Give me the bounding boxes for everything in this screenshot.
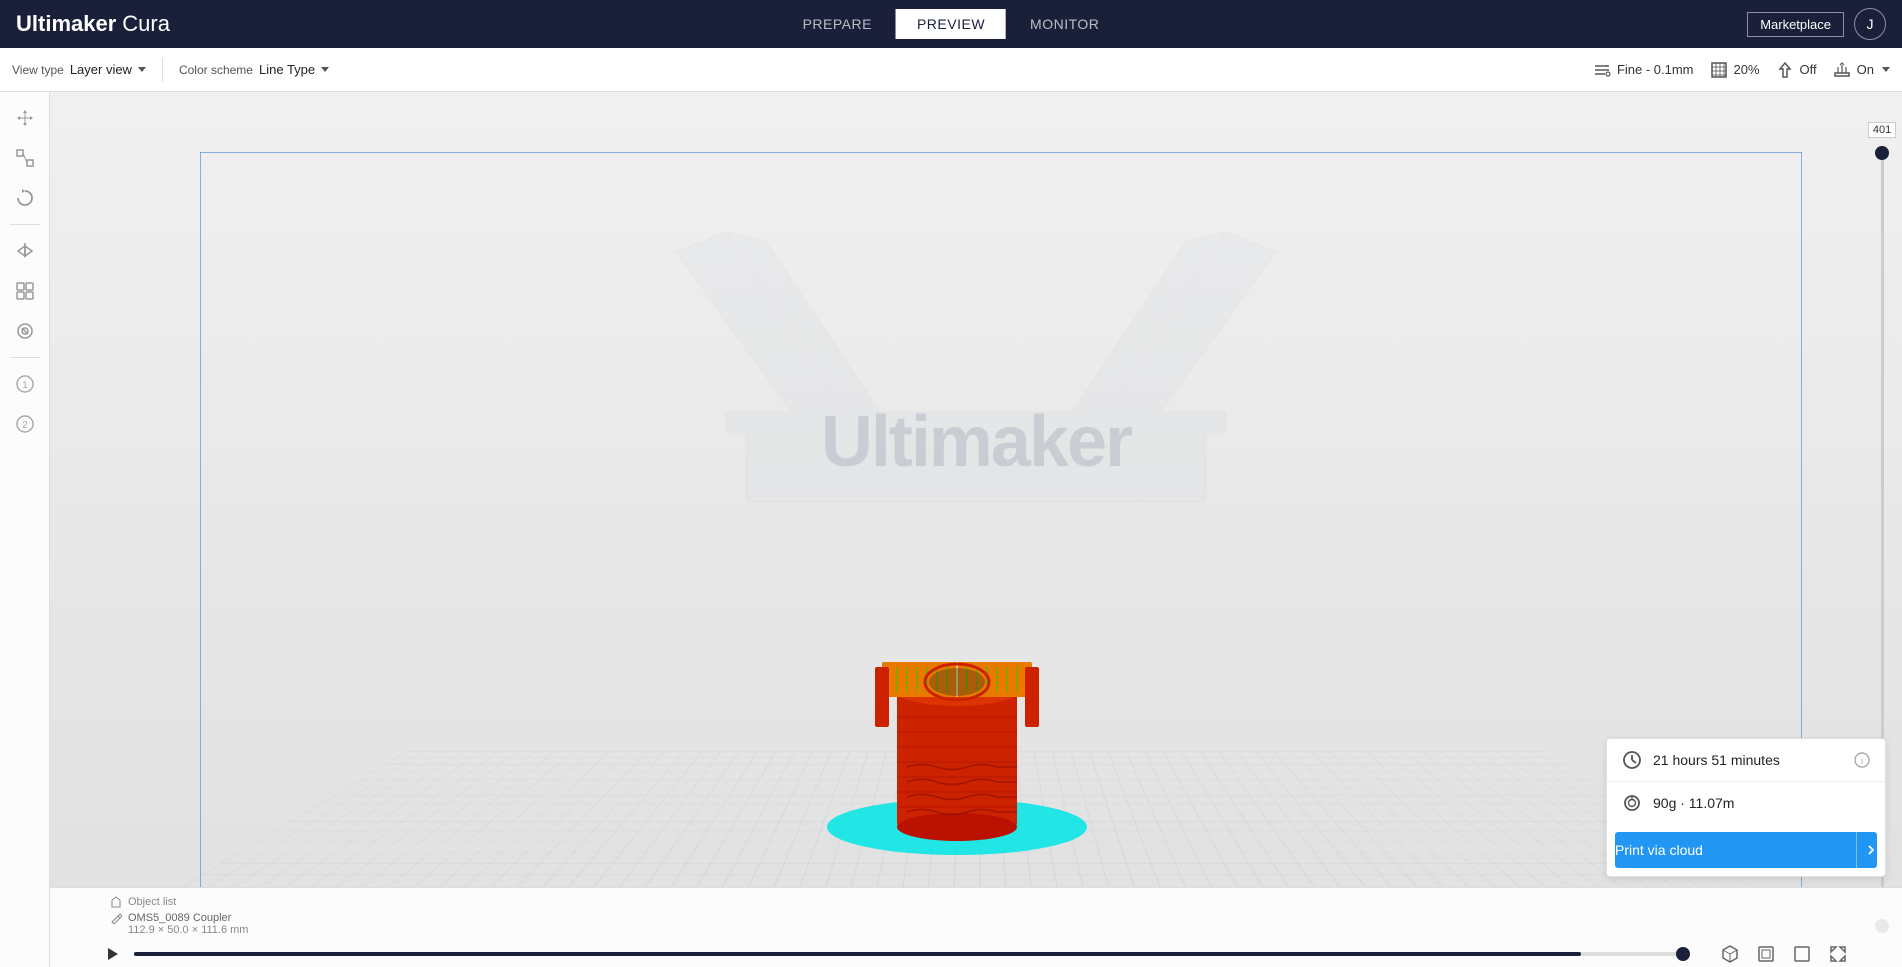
marketplace-button[interactable]: Marketplace <box>1747 12 1844 37</box>
support-option[interactable]: Off <box>1776 61 1817 79</box>
print-button-row: Print via cloud <box>1607 824 1885 876</box>
support-icon <box>1776 61 1794 79</box>
layer-icon-frame[interactable] <box>1824 940 1852 967</box>
layer-icon-cube[interactable] <box>1716 940 1744 967</box>
material-info-row: 90g · 11.07m <box>1607 782 1885 824</box>
object-name: OMS5_0089 Coupler <box>128 912 231 924</box>
infill-option[interactable]: 20% <box>1710 61 1760 79</box>
infill-icon <box>1710 61 1728 79</box>
object-edit-icon <box>110 912 122 924</box>
view-type-value: Layer view <box>70 62 132 77</box>
top-navigation: Ultimaker Cura PREPARE PREVIEW MONITOR M… <box>0 0 1902 48</box>
timeline-row <box>50 940 1902 967</box>
info-panel: 21 hours 51 minutes i 90g · <box>1606 738 1886 877</box>
object-info: Object list OMS5_0089 Coupler 112.9 × 50… <box>50 888 1902 940</box>
timeline-track[interactable] <box>134 952 1690 956</box>
play-button[interactable] <box>100 942 124 966</box>
quality-icon <box>1593 61 1611 79</box>
object-list-icon <box>110 896 122 908</box>
per-model-settings-button[interactable] <box>7 273 43 309</box>
adhesion-icon <box>1833 61 1851 79</box>
build-line-left <box>200 152 201 887</box>
object-dimensions: 112.9 × 50.0 × 111.6 mm <box>128 924 248 936</box>
time-info-row: 21 hours 51 minutes i <box>1607 739 1885 781</box>
timeline-thumb[interactable] <box>1676 947 1690 961</box>
view-type-select[interactable]: Layer view <box>70 62 146 77</box>
move-tool-button[interactable] <box>7 100 43 136</box>
layer-view-icons <box>1716 940 1852 967</box>
viewport-3d[interactable]: Ultimaker <box>50 92 1902 967</box>
material-icon <box>1621 792 1643 814</box>
color-scheme-select[interactable]: Line Type <box>259 62 329 77</box>
slider-top-value: 401 <box>1868 122 1896 138</box>
adhesion-option[interactable]: On <box>1833 61 1890 79</box>
print-btn-arrow[interactable] <box>1856 832 1877 868</box>
app-logo: Ultimaker Cura <box>16 11 170 37</box>
support-blocker-button[interactable] <box>7 313 43 349</box>
main-area: 1 2 Ultimaker <box>0 92 1902 967</box>
svg-text:i: i <box>1861 756 1863 766</box>
support-value: Off <box>1800 62 1817 77</box>
color-scheme-chevron-icon <box>321 67 329 72</box>
quality-option[interactable]: Fine - 0.1mm <box>1593 61 1694 79</box>
color-scheme-label: Color scheme <box>179 63 253 77</box>
time-info-icon[interactable]: i <box>1853 751 1871 769</box>
svg-text:2: 2 <box>22 420 28 431</box>
scale-tool-button[interactable] <box>7 140 43 176</box>
view-type-group: View type Layer view <box>12 62 146 77</box>
layer-num-2-button[interactable]: 2 <box>7 406 43 442</box>
print-via-cloud-button[interactable]: Print via cloud <box>1615 832 1877 868</box>
timeline-progress <box>134 952 1581 956</box>
view-type-label: View type <box>12 63 64 77</box>
tab-preview[interactable]: PREVIEW <box>896 9 1006 39</box>
mirror-tool-button[interactable] <box>7 233 43 269</box>
3d-model-svg <box>767 507 1147 887</box>
user-avatar[interactable]: J <box>1854 8 1886 40</box>
color-scheme-group: Color scheme Line Type <box>179 62 329 77</box>
logo-cura: Cura <box>122 11 170 37</box>
logo-ultimaker: Ultimaker <box>16 11 116 37</box>
bottom-panel: Object list OMS5_0089 Coupler 112.9 × 50… <box>50 887 1902 967</box>
print-button-label: Print via cloud <box>1615 842 1703 858</box>
toolbar-right: Fine - 0.1mm 20% <box>1593 61 1890 79</box>
material-value: 90g · 11.07m <box>1653 795 1871 811</box>
layer-icon-flat[interactable] <box>1752 940 1780 967</box>
slider-thumb-top[interactable] <box>1875 146 1889 160</box>
svg-text:1: 1 <box>22 380 28 391</box>
tab-monitor[interactable]: MONITOR <box>1010 10 1119 38</box>
nav-tabs: PREPARE PREVIEW MONITOR <box>783 9 1120 39</box>
tab-prepare[interactable]: PREPARE <box>783 10 892 38</box>
time-icon <box>1621 749 1643 771</box>
view-type-chevron-icon <box>138 67 146 72</box>
quality-value: Fine - 0.1mm <box>1617 62 1694 77</box>
nav-right: Marketplace J <box>1747 8 1886 40</box>
left-sidebar: 1 2 <box>0 92 50 967</box>
view-toolbar: View type Layer view Color scheme Line T… <box>0 48 1902 92</box>
adhesion-value: On <box>1857 62 1874 77</box>
sidebar-separator-1 <box>10 224 40 225</box>
rotate-tool-button[interactable] <box>7 180 43 216</box>
adhesion-chevron-icon <box>1882 67 1890 72</box>
sidebar-separator-2 <box>10 357 40 358</box>
layer-num-1-button[interactable]: 1 <box>7 366 43 402</box>
toolbar-divider-1 <box>162 58 163 82</box>
object-list-label: Object list <box>128 896 176 908</box>
color-scheme-value: Line Type <box>259 62 315 77</box>
time-value: 21 hours 51 minutes <box>1653 752 1843 768</box>
infill-value: 20% <box>1734 62 1760 77</box>
layer-icon-outline[interactable] <box>1788 940 1816 967</box>
